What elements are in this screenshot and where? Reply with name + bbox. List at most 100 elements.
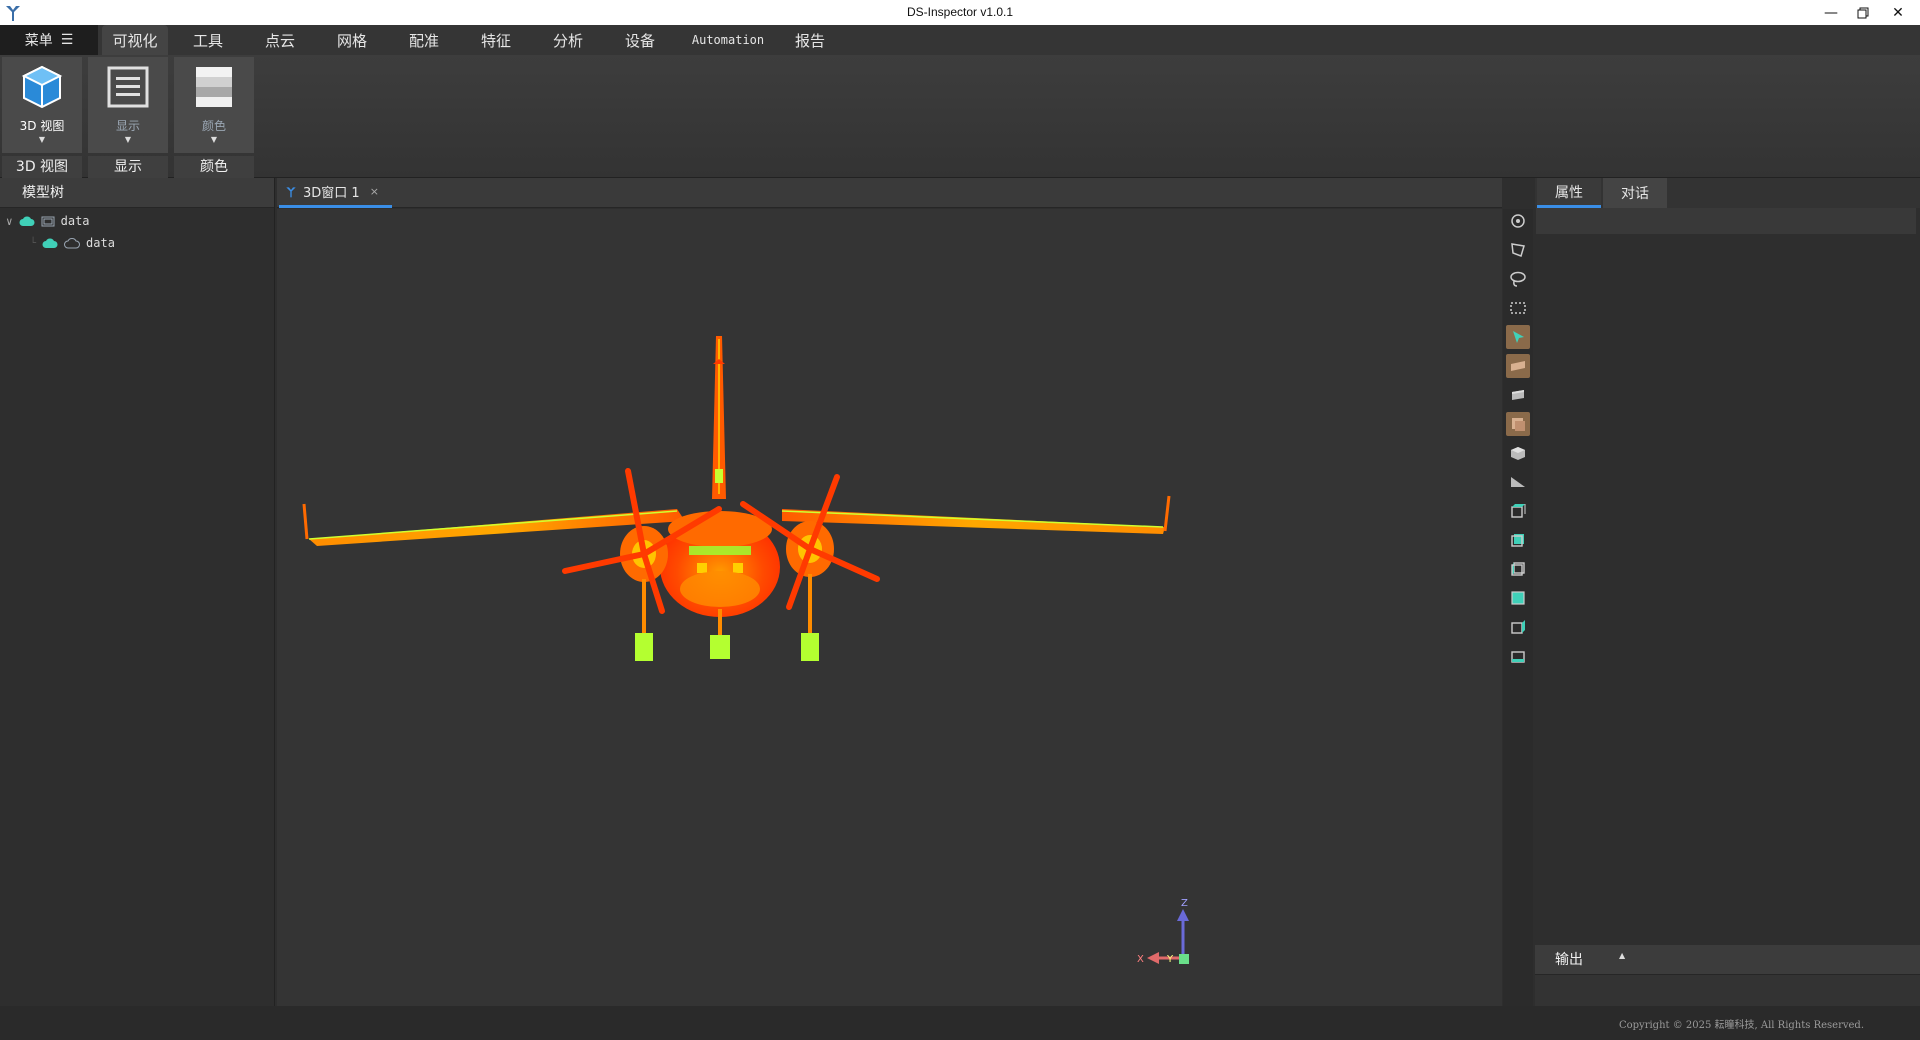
plane-tilt-button[interactable] [1506,470,1530,494]
hamburger-icon: ☰ [60,32,74,48]
tail-fin [712,336,726,499]
pointer-button[interactable] [1506,325,1530,349]
close-icon: ✕ [1892,4,1904,21]
cube-face-button[interactable] [1506,412,1530,436]
dropdown-arrow-icon: ▼ [124,135,132,144]
box-section-button[interactable] [1506,383,1530,407]
expand-up-icon[interactable]: ▲ [1619,941,1625,971]
output-panel-header[interactable]: 输出 ▲ [1535,945,1920,975]
color-button[interactable]: 颜色 ▼ [174,57,254,153]
properties-header-strip [1536,208,1916,234]
view-bottom-button[interactable] [1506,644,1530,668]
zoom-fit-button[interactable] [1506,209,1530,233]
ribbon-group-3d-view: 3D 视图 ▼ 3D 视图 [2,57,82,178]
menu-report[interactable]: 报告 [780,25,840,55]
output-panel-body [1535,975,1920,1006]
display-button[interactable]: 显示 ▼ [88,57,168,153]
ribbon-group-color: 颜色 ▼ 颜色 [174,57,254,178]
lasso-select-icon [1510,271,1526,287]
tab-3d-window-1[interactable]: 3D窗口 1 × [279,178,392,208]
menu-devices[interactable]: 设备 [610,25,670,55]
visibility-cloud-icon[interactable] [19,215,35,227]
list-display-icon [107,66,149,108]
cube-icon [21,65,63,109]
tab-dialog[interactable]: 对话 [1603,178,1667,208]
dropdown-arrow-icon: ▼ [210,135,218,144]
app-logo-icon [286,186,296,197]
box-section-icon [1512,390,1524,400]
view-back-icon [1511,534,1524,547]
rect-select-icon [1510,302,1526,314]
fuselage [660,511,780,617]
minimize-icon: — [1824,4,1838,21]
display-button-label: 显示 [115,119,140,133]
output-label: 输出 [1555,952,1583,968]
restore-icon [1857,7,1869,18]
view-tab-bar: 3D窗口 1 × [277,178,1502,208]
viewport-toolbar [1503,209,1533,1006]
window-title: DS-Inspector v1.0.1 [906,5,1014,19]
tab-label: 3D窗口 1 [303,186,360,201]
zoom-fit-icon [1511,214,1525,228]
main-menu-button[interactable]: 菜单 ☰ [0,25,98,55]
tree-item-root[interactable]: ∨ data [6,210,90,232]
close-window-button[interactable]: ✕ [1882,0,1914,25]
3d-viewport[interactable]: Z X Y [277,209,1502,1006]
view-back-button[interactable] [1506,528,1530,552]
menu-bar: 菜单 ☰ 可视化 工具 点云 网格 配准 特征 分析 设备 Automation… [0,25,1920,55]
close-tab-icon[interactable]: × [370,185,379,198]
3d-view-button[interactable]: 3D 视图 ▼ [2,57,82,153]
color-gradient-icon [196,67,232,107]
tree-item-child[interactable]: └ data [30,232,115,254]
menu-tools[interactable]: 工具 [178,25,238,55]
view-left-button[interactable] [1506,557,1530,581]
view-right-button[interactable] [1506,586,1530,610]
color-button-label: 颜色 [201,119,226,133]
right-panel-tabs: 属性 对话 [1535,178,1920,208]
y-axis-label: Y [1166,954,1174,965]
ribbon: 3D 视图 ▼ 3D 视图 显示 ▼ 显示 颜色 ▼ 颜色 [0,55,1920,178]
chevron-down-icon[interactable]: ∨ [6,215,13,228]
z-axis-label: Z [1181,898,1188,909]
point-cloud-render: Z X Y [302,336,1189,965]
copyright-text: Copyright © 2025 耘瞳科技, All Rights Reserv… [1618,1020,1864,1031]
view-bottom-icon [1511,651,1525,663]
pointer-icon [1513,331,1524,343]
cube-iso-icon [1511,447,1525,460]
plane-tilt-icon [1511,477,1525,487]
tree-branch-line: └ [30,237,37,249]
main-menu-label: 菜单 [24,33,53,49]
menu-analysis[interactable]: 分析 [538,25,598,55]
tree-item-label: data [60,214,90,228]
tab-properties[interactable]: 属性 [1537,178,1601,208]
menu-registration[interactable]: 配准 [394,25,454,55]
model-tree-title: 模型树 [0,178,274,208]
minimize-button[interactable]: — [1815,0,1847,25]
view-top-icon [1511,620,1525,634]
cube-iso-button[interactable] [1506,441,1530,465]
polygon-select-button[interactable] [1506,238,1530,262]
ribbon-group-display: 显示 ▼ 显示 [88,57,168,178]
right-wing [781,495,1171,534]
view-front-icon [1511,504,1526,518]
view-left-icon [1511,562,1525,576]
lasso-select-button[interactable] [1506,267,1530,291]
ribbon-group-label: 颜色 [174,156,254,178]
tree-item-label: data [86,236,115,250]
3d-view-button-label: 3D 视图 [19,119,65,133]
properties-panel: 属性 对话 输出 ▲ [1535,178,1920,1006]
rect-select-button[interactable] [1506,296,1530,320]
menu-mesh[interactable]: 网格 [322,25,382,55]
restore-button[interactable] [1847,0,1879,25]
plane-section-button[interactable] [1506,354,1530,378]
visibility-cloud-icon[interactable] [42,237,58,249]
polygon-select-icon [1511,243,1525,257]
menu-automation[interactable]: Automation [682,25,774,55]
model-tree-panel: 模型树 ∨ data └ data [0,178,275,1006]
menu-point-cloud[interactable]: 点云 [250,25,310,55]
view-top-button[interactable] [1506,615,1530,639]
menu-visualize[interactable]: 可视化 [102,25,168,55]
cube-face-icon [1512,418,1525,431]
view-front-button[interactable] [1506,499,1530,523]
menu-features[interactable]: 特征 [466,25,526,55]
